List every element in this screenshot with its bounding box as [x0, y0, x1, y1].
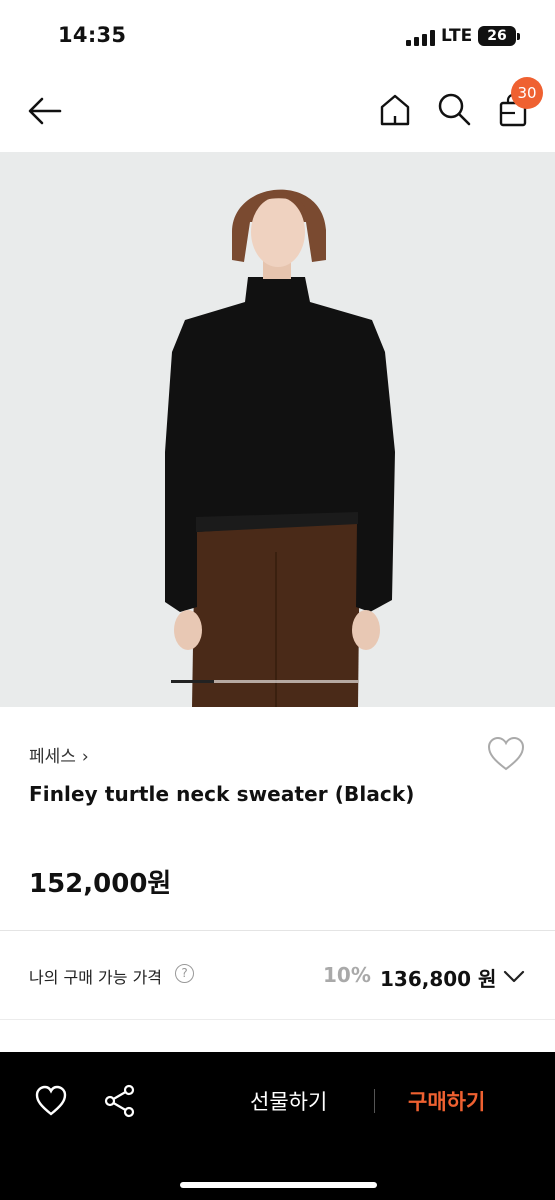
- gift-button[interactable]: 선물하기: [250, 1086, 327, 1116]
- image-slide-progress: [171, 680, 214, 683]
- search-icon[interactable]: [436, 91, 472, 127]
- network-label: LTE: [441, 26, 473, 46]
- signal-icon: [406, 30, 436, 46]
- model-photo: [0, 152, 555, 707]
- product-price: 152,000원: [29, 869, 172, 899]
- wishlist-heart-icon[interactable]: [486, 735, 526, 773]
- buy-button[interactable]: 구매하기: [408, 1086, 485, 1116]
- home-indicator: [180, 1182, 377, 1188]
- cart-count-badge: 30: [511, 77, 543, 109]
- member-price-label: 나의 구매 가능 가격: [29, 968, 163, 987]
- product-image[interactable]: [0, 152, 555, 707]
- chevron-down-icon[interactable]: [502, 964, 526, 988]
- divider: [0, 1019, 555, 1020]
- home-icon[interactable]: [377, 92, 413, 128]
- image-slide-indicator: [171, 680, 358, 683]
- help-icon[interactable]: ?: [175, 964, 194, 983]
- chevron-right-icon: ›: [81, 747, 89, 767]
- brand-name: 페세스: [29, 747, 76, 767]
- divider: [374, 1089, 375, 1113]
- brand-link[interactable]: 페세스 ›: [29, 742, 89, 767]
- product-title: Finley turtle neck sweater (Black): [29, 782, 415, 806]
- member-price-row[interactable]: 나의 구매 가능 가격 ? 10% 136,800 원: [0, 931, 555, 1019]
- battery-icon: 26: [478, 26, 520, 46]
- bottom-action-bar: 선물하기 구매하기: [0, 1052, 555, 1200]
- back-arrow-icon[interactable]: [26, 92, 64, 130]
- status-bar: 14:35 LTE 26: [0, 0, 555, 72]
- share-icon[interactable]: [103, 1084, 137, 1118]
- heart-icon[interactable]: [34, 1084, 68, 1118]
- discount-rate: 10%: [323, 963, 371, 987]
- top-nav: [0, 72, 555, 152]
- status-time: 14:35: [58, 23, 127, 47]
- member-price: 136,800 원: [380, 967, 497, 991]
